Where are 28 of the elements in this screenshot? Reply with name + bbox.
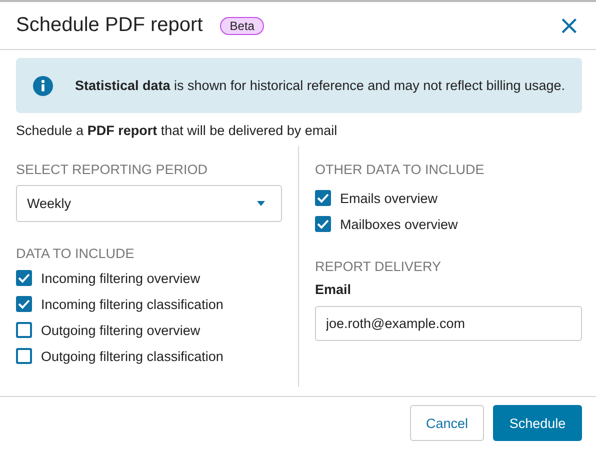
- checkbox[interactable]: [315, 216, 331, 232]
- checkbox-label: Outgoing filtering classification: [41, 348, 224, 364]
- checkbox[interactable]: [16, 348, 32, 364]
- checkbox-label: Incoming filtering overview: [41, 270, 200, 286]
- checkbox[interactable]: [16, 270, 32, 286]
- caret-icon: [257, 201, 265, 206]
- info-text: Statistical data is shown for historical reference and may not reflect billing usage.: [75, 78, 565, 93]
- checkbox[interactable]: [315, 190, 331, 206]
- info-icon: [33, 76, 53, 96]
- beta-badge: Beta: [220, 16, 264, 34]
- section-heading: DATA TO INCLUDE: [16, 246, 136, 261]
- schedule-button[interactable]: Schedule: [493, 405, 582, 441]
- close-button[interactable]: ×: [558, 16, 580, 36]
- checkbox-label: Incoming filtering classification: [41, 296, 224, 312]
- dialog-title: Schedule PDF report: [16, 14, 203, 37]
- checkbox-label: Emails overview: [340, 190, 438, 206]
- checkbox-label: Mailboxes overview: [340, 216, 458, 232]
- section-heading: SELECT REPORTING PERIOD: [16, 162, 209, 177]
- section-heading: OTHER DATA TO INCLUDE: [315, 162, 486, 177]
- period-dropdown[interactable]: Weekly: [16, 185, 282, 222]
- checkbox-label: Outgoing filtering overview: [41, 322, 200, 338]
- checkbox[interactable]: [16, 322, 32, 338]
- section-heading: REPORT DELIVERY: [315, 259, 442, 274]
- subtitle: Schedule a PDF report that will be delivered by email: [15, 123, 338, 138]
- field-label: Email: [315, 282, 352, 297]
- checkbox[interactable]: [16, 296, 32, 312]
- email-field[interactable]: joe.roth@example.com: [315, 306, 582, 341]
- cancel-button[interactable]: Cancel: [410, 405, 484, 441]
